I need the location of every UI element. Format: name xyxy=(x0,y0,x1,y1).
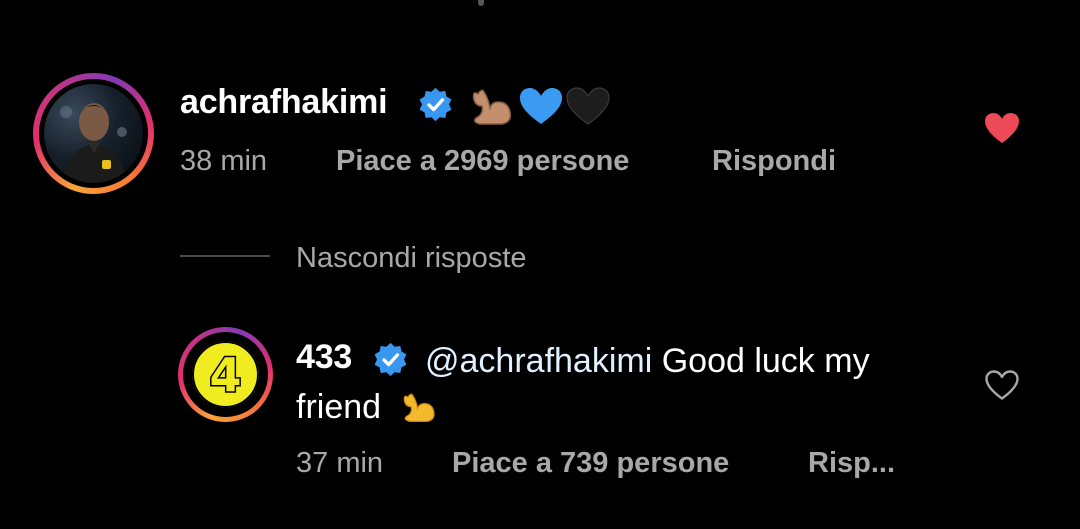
comment-username[interactable]: achrafhakimi xyxy=(180,83,388,122)
scroll-indicator xyxy=(478,0,484,6)
avatar[interactable]: 4 xyxy=(183,332,268,417)
flexed-biceps-icon xyxy=(472,89,512,125)
profile-photo xyxy=(44,84,143,183)
mention-link[interactable]: @achrafhakimi xyxy=(425,342,652,380)
like-heart-outline-icon[interactable] xyxy=(984,369,1020,401)
comment-timestamp: 38 min xyxy=(180,145,268,177)
comment-likes-count[interactable]: Piace a 739 persone xyxy=(452,447,729,480)
avatar-logo-digit: 4 xyxy=(208,347,243,402)
comment-likes-count[interactable]: Piace a 2969 persone xyxy=(336,145,629,178)
person-silhouette-icon xyxy=(60,103,127,183)
flexed-biceps-icon xyxy=(403,393,435,422)
hide-replies-button[interactable]: Nascondi risposte xyxy=(296,242,527,275)
comment-username[interactable]: 433 xyxy=(296,338,352,377)
blue-heart-icon xyxy=(520,88,562,124)
replies-divider xyxy=(180,255,270,257)
avatar-logo: 4 xyxy=(187,336,264,413)
comment-timestamp: 37 min xyxy=(296,447,384,479)
avatar[interactable] xyxy=(39,79,148,188)
reply-button[interactable]: Rispondi xyxy=(712,145,836,178)
verified-badge-icon xyxy=(419,87,452,122)
black-heart-icon xyxy=(566,87,610,125)
avatar-story-ring[interactable] xyxy=(33,73,154,194)
reply-button[interactable]: Risp... xyxy=(808,447,895,480)
avatar-story-ring[interactable]: 4 xyxy=(178,327,273,422)
like-heart-filled-icon[interactable] xyxy=(983,111,1021,145)
verified-badge-icon xyxy=(374,342,407,377)
